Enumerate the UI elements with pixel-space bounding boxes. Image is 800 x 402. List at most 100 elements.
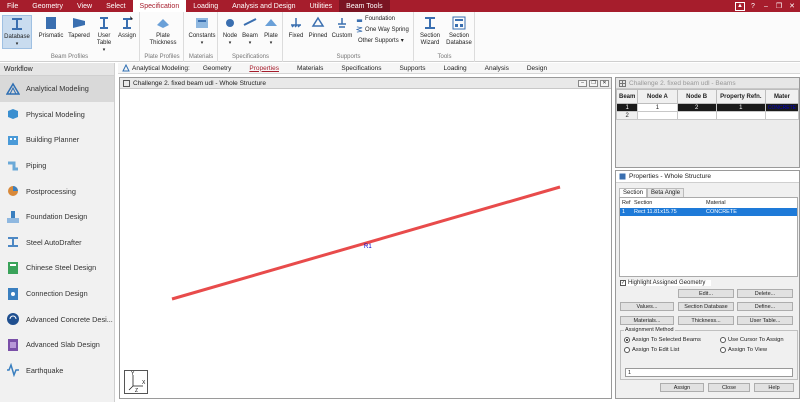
menu-tab-file[interactable]: File	[0, 0, 25, 12]
workflow-item-steel-autodrafter[interactable]: Steel AutoDrafter	[0, 230, 114, 256]
svg-text:X: X	[142, 380, 146, 386]
plate-thickness-button[interactable]: Plate Thickness	[145, 15, 181, 47]
workflow-item-chinese-steel-design[interactable]: Chinese Steel Design	[0, 255, 114, 281]
pinned-support-button[interactable]: Pinned	[307, 15, 329, 40]
help-button[interactable]: Help	[754, 383, 794, 392]
prismatic-button[interactable]: Prismatic	[38, 15, 64, 40]
checkbox-checked-icon: ✓	[620, 280, 626, 286]
ribbon-group-materials: Constants ▾ Materials	[185, 12, 218, 62]
section-list[interactable]: Ref Section Material 1 Rect 11.81x15.75 …	[619, 197, 798, 277]
table-row[interactable]: 1 1 2 1 CONCRETE	[615, 103, 800, 112]
structure-canvas[interactable]: R1	[120, 89, 611, 398]
postprocessing-icon	[8, 186, 18, 197]
workflow-item-building-planner[interactable]: Building Planner	[0, 127, 114, 153]
section-wizard-button[interactable]: Section Wizard	[417, 15, 443, 47]
workflow-panel: Workflow Analytical Modeling Physical Mo…	[0, 63, 115, 402]
assign-to-selected-beams-radio[interactable]: Assign To Selected Beams	[624, 337, 701, 343]
assign-to-edit-list-radio[interactable]: Assign To Edit List	[624, 347, 679, 353]
analytical-modeling-icon	[6, 82, 20, 95]
tapered-button[interactable]: Tapered	[66, 15, 92, 40]
user-table-dialog-button[interactable]: User Table...	[737, 316, 793, 325]
help-icon[interactable]: ?	[748, 2, 758, 11]
node-icon	[226, 19, 234, 27]
foundation-button[interactable]: Foundation	[356, 15, 395, 22]
section-database-button[interactable]: Section Database	[445, 15, 473, 47]
workflow-item-piping[interactable]: Piping	[0, 153, 114, 179]
close-button[interactable]: Close	[708, 383, 750, 392]
restore-icon[interactable]: ❐	[774, 2, 784, 11]
use-cursor-to-assign-radio[interactable]: Use Cursor To Assign	[720, 337, 784, 343]
workflow-item-physical-modeling[interactable]: Physical Modeling	[0, 102, 114, 128]
structure-close-icon[interactable]: ✕	[600, 79, 609, 87]
values-button[interactable]: Values...	[620, 302, 674, 311]
constants-button[interactable]: Constants ▾	[187, 15, 217, 47]
menu-tab-select[interactable]: Select	[99, 0, 132, 12]
pinned-support-icon	[311, 16, 325, 27]
thickness-button[interactable]: Thickness...	[678, 316, 734, 325]
structure-window-title-bar: Challenge 2. fixed beam udl - Whole Stru…	[120, 78, 611, 89]
workflow-item-advanced-slab-design[interactable]: Advanced Slab Design	[0, 332, 114, 358]
prismatic-icon	[46, 17, 56, 29]
one-way-spring-button[interactable]: One Way Spring	[356, 26, 409, 33]
menu-tab-utilities[interactable]: Utilities	[303, 0, 340, 12]
section-database-dialog-button[interactable]: Section Database	[678, 302, 734, 311]
custom-support-button[interactable]: Custom	[331, 15, 353, 40]
edit-button[interactable]: Edit...	[678, 289, 734, 298]
beams-window: Challenge 2. fixed beam udl - Beams Beam…	[615, 77, 800, 168]
menu-tab-view[interactable]: View	[70, 0, 99, 12]
svg-text:Z: Z	[135, 388, 138, 393]
structure-window-title: Challenge 2. fixed beam udl - Whole Stru…	[133, 79, 266, 87]
database-button[interactable]: Database ▾	[2, 15, 32, 49]
user-table-button[interactable]: User Table ▾	[93, 15, 115, 54]
structure-minimize-icon[interactable]: –	[578, 79, 587, 87]
materials-button[interactable]: Materials...	[620, 316, 674, 325]
workflow-title: Workflow	[0, 63, 114, 76]
beam-spec-button[interactable]: Beam ▾	[241, 15, 259, 47]
nav-design[interactable]: Design	[518, 65, 556, 72]
menu-tab-beam-tools[interactable]: Beam Tools	[339, 0, 390, 12]
nav-analysis[interactable]: Analysis	[476, 65, 518, 72]
workflow-item-foundation-design[interactable]: Foundation Design	[0, 204, 114, 230]
assign-button[interactable]: Assign	[116, 15, 138, 40]
other-supports-button[interactable]: Other Supports ▾	[358, 37, 404, 45]
properties-tabs: Section Beta Angle	[619, 188, 685, 197]
minimize-icon[interactable]: –	[761, 2, 771, 11]
workflow-item-analytical-modeling[interactable]: Analytical Modeling	[0, 76, 114, 102]
fixed-support-button[interactable]: Fixed	[286, 15, 306, 40]
menu-tab-analysis-and-design[interactable]: Analysis and Design	[225, 0, 302, 12]
plate-spec-button[interactable]: Plate ▾	[262, 15, 280, 47]
beams-window-title: Challenge 2. fixed beam udl - Beams	[629, 79, 736, 87]
foundation-design-icon	[7, 210, 19, 223]
tab-beta-angle[interactable]: Beta Angle	[647, 188, 685, 197]
assign-dialog-button[interactable]: Assign	[660, 383, 704, 392]
menu-tab-specification[interactable]: Specification	[132, 0, 187, 12]
nav-properties[interactable]: Properties	[240, 65, 288, 72]
workflow-item-postprocessing[interactable]: Postprocessing	[0, 178, 114, 204]
assign-to-view-radio[interactable]: Assign To View	[720, 347, 767, 353]
delete-button[interactable]: Delete...	[737, 289, 793, 298]
nav-materials[interactable]: Materials	[288, 65, 332, 72]
ribbon-minimize-icon[interactable]: ▲	[735, 1, 745, 11]
menu-tab-loading[interactable]: Loading	[186, 0, 225, 12]
define-button[interactable]: Define...	[737, 302, 793, 311]
workflow-item-connection-design[interactable]: Connection Design	[0, 281, 114, 307]
tab-section[interactable]: Section	[619, 188, 648, 197]
section-database-icon	[452, 16, 466, 30]
workflow-item-advanced-concrete-design[interactable]: Advanced Concrete Desi...	[0, 306, 114, 332]
beam-member[interactable]	[171, 185, 561, 301]
nav-specifications[interactable]: Specifications	[332, 65, 390, 72]
advanced-slab-design-icon	[8, 338, 18, 351]
nav-supports[interactable]: Supports	[390, 65, 434, 72]
nav-geometry[interactable]: Geometry	[194, 65, 241, 72]
table-row[interactable]: 2	[615, 111, 800, 120]
highlight-assigned-geometry-checkbox[interactable]: ✓ Highlight Assigned Geometry	[620, 280, 712, 286]
workflow-item-earthquake[interactable]: Earthquake	[0, 358, 114, 384]
menu-tab-geometry[interactable]: Geometry	[25, 0, 70, 12]
nav-loading[interactable]: Loading	[435, 65, 476, 72]
node-spec-button[interactable]: Node ▾	[221, 15, 239, 47]
structure-restore-icon[interactable]: ❐	[589, 79, 598, 87]
plate-icon	[157, 19, 169, 28]
close-icon[interactable]: ✕	[787, 2, 797, 11]
list-item[interactable]: 1 Rect 11.81x15.75 CONCRETE	[620, 208, 797, 216]
edit-list-field[interactable]: 1	[625, 368, 793, 377]
